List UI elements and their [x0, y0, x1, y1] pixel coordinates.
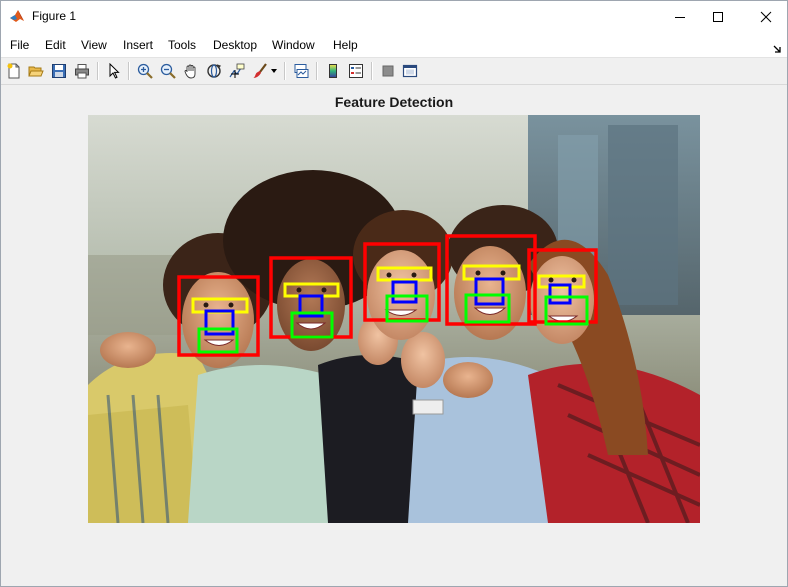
menu-window[interactable]: Window — [272, 38, 315, 52]
zoom-in-button[interactable] — [135, 61, 154, 80]
new-figure-icon — [7, 63, 19, 78]
new-figure-button[interactable] — [4, 61, 23, 80]
rotate-3d-button[interactable] — [204, 61, 223, 80]
menu-file[interactable]: File — [10, 38, 29, 52]
brush-icon — [252, 62, 267, 78]
toolbar-separator — [128, 62, 130, 80]
rotate-3d-icon — [206, 63, 221, 78]
pan-hand-icon — [184, 64, 195, 78]
data-cursor-icon — [229, 63, 244, 78]
figure-window: Figure 1 File Edit View Insert Tools Des… — [0, 0, 788, 587]
figure-toolbar — [1, 58, 787, 85]
menu-tools[interactable]: Tools — [168, 38, 196, 52]
print-icon — [74, 63, 89, 78]
link-plot-button[interactable] — [291, 61, 310, 80]
hide-plot-tools-icon — [382, 65, 393, 76]
brush-dropdown-button[interactable] — [269, 61, 279, 80]
close-button[interactable] — [743, 1, 787, 32]
window-title: Figure 1 — [32, 9, 77, 23]
edit-plot-button[interactable] — [104, 61, 123, 80]
toolbar-separator — [97, 62, 99, 80]
title-bar[interactable]: Figure 1 — [1, 1, 787, 32]
link-plot-icon — [294, 63, 308, 78]
show-plot-tools-button[interactable] — [400, 61, 419, 80]
toolbar-separator — [284, 62, 286, 80]
zoom-out-button[interactable] — [158, 61, 177, 80]
dock-arrow-icon[interactable] — [773, 40, 781, 58]
menu-insert[interactable]: Insert — [123, 38, 153, 52]
menu-view[interactable]: View — [81, 38, 107, 52]
brush-dropdown-icon — [271, 68, 277, 73]
menu-desktop[interactable]: Desktop — [213, 38, 257, 52]
minimize-icon — [675, 16, 685, 18]
image-axes[interactable] — [88, 115, 700, 523]
open-file-icon — [27, 66, 44, 76]
menu-bar: File Edit View Insert Tools Desktop Wind… — [1, 32, 787, 58]
insert-legend-icon — [348, 63, 363, 78]
menu-help[interactable]: Help — [333, 38, 358, 52]
brush-button[interactable] — [250, 61, 269, 80]
matlab-logo-icon — [9, 8, 25, 24]
show-plot-tools-icon — [402, 64, 417, 77]
feature-detection-image — [88, 115, 700, 523]
toolbar-separator — [316, 62, 318, 80]
insert-colorbar-icon — [328, 63, 337, 78]
data-cursor-button[interactable] — [227, 61, 246, 80]
zoom-in-icon — [137, 63, 153, 79]
toolbar-separator — [371, 62, 373, 80]
open-file-button[interactable] — [26, 61, 45, 80]
print-button[interactable] — [72, 61, 91, 80]
menu-edit[interactable]: Edit — [45, 38, 66, 52]
edit-plot-arrow-icon — [109, 62, 120, 79]
pan-button[interactable] — [181, 61, 200, 80]
save-button[interactable] — [49, 61, 68, 80]
insert-legend-button[interactable] — [346, 61, 365, 80]
plot-title: Feature Detection — [334, 94, 454, 110]
insert-colorbar-button[interactable] — [323, 61, 342, 80]
close-icon — [760, 11, 772, 22]
hide-plot-tools-button[interactable] — [378, 61, 397, 80]
maximize-button[interactable] — [695, 1, 741, 32]
save-icon — [51, 63, 66, 78]
zoom-out-icon — [160, 63, 176, 79]
maximize-icon — [713, 11, 723, 22]
